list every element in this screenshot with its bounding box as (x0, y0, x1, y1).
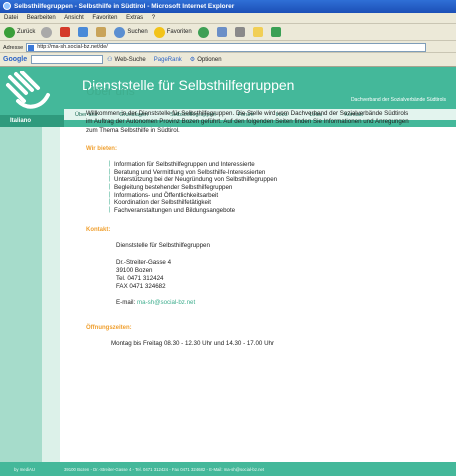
menu-bearbeiten[interactable]: Bearbeiten (27, 15, 56, 21)
opening-hours: Montag bis Freitag 08.30 - 12.30 Uhr und… (111, 340, 275, 348)
menu-datei[interactable]: Datei (4, 15, 18, 21)
google-toolbar: Google ⚇ Web-Suche PageRank ⚙ Optionen (0, 53, 456, 67)
window-titlebar: Selbsthilfegruppen - Selbsthilfe in Südt… (0, 0, 456, 13)
bullet-icon: ❘ (107, 184, 113, 190)
mail-button[interactable] (216, 27, 229, 37)
back-arrow-icon (4, 26, 15, 38)
menu-help[interactable]: ? (152, 15, 155, 21)
list-item: ❘ Information für Selbsthilfegruppen und … (107, 161, 255, 169)
binoculars-icon: ⚇ (107, 57, 113, 63)
page-title: Über uns (86, 84, 135, 98)
bullet-icon: ❘ (107, 206, 113, 213)
hours-heading: Öffnungszeiten: (86, 325, 132, 332)
footer-credit[interactable]: by mediAU (0, 467, 64, 472)
web-search-button[interactable]: ⚇ Web-Suche (107, 56, 146, 64)
favorites-button[interactable]: Favoriten (153, 26, 192, 38)
email-link[interactable]: ma-sh@social-bz.net (137, 299, 195, 306)
search-icon (114, 26, 126, 38)
offers-heading: Wir bieten: (86, 146, 117, 153)
web-page: Dienststelle für Selbsthilfegruppen Dach… (0, 67, 456, 476)
offers-list: ❘ Information für Selbsthilfegruppen und … (107, 161, 426, 214)
menu-favoriten[interactable]: Favoriten (92, 15, 117, 21)
google-logo[interactable]: Google (3, 56, 27, 63)
pagerank-indicator: PageRank (153, 56, 182, 63)
menu-bar: Datei Bearbeiten Ansicht Favoriten Extra… (0, 13, 456, 24)
contact-block: Dienststelle für Selbsthilfegruppen Dr.-… (116, 242, 426, 307)
bullet-icon: ❘ (107, 176, 113, 183)
search-button[interactable]: Suchen (114, 26, 148, 38)
star-icon (153, 26, 165, 38)
menu-extras[interactable]: Extras (126, 15, 143, 21)
refresh-icon (78, 27, 89, 37)
home-button[interactable] (96, 27, 108, 37)
language-link-italiano[interactable]: Italiano (0, 115, 64, 127)
left-sidebar-stripe (0, 127, 42, 462)
bullet-icon: ❘ (107, 199, 113, 206)
intro-text: Willkommen in der Dienststelle für Selbs… (86, 110, 409, 134)
contact-heading: Kontakt: (86, 227, 111, 234)
messenger-icon (270, 27, 281, 37)
contact-fax: FAX 0471 324682 (116, 282, 166, 290)
footer-address: 39100 Bozen - Dr.-Streiter-Gasse 4 - Tel… (64, 466, 265, 472)
stop-button[interactable] (60, 27, 72, 37)
ie-icon (3, 2, 11, 10)
options-icon: ⚙ (189, 57, 196, 63)
window-title: Selbsthilfegruppen - Selbsthilfe in Südt… (14, 3, 235, 10)
list-item: ❘ Fachveranstaltungen und Bildungsangebot… (107, 206, 236, 214)
stop-icon (60, 27, 71, 37)
folder-icon (252, 27, 263, 37)
bullet-icon: ❘ (107, 161, 113, 168)
folder-button[interactable] (252, 27, 265, 37)
main-content: Über uns Willkommen in der Dienststelle … (86, 84, 426, 348)
mail-icon (216, 27, 227, 37)
left-sidebar-stripe-light (42, 127, 60, 462)
google-search-input[interactable] (31, 55, 104, 64)
list-item: ❘ Begleitung bestehender Selbsthilfegrupp… (107, 184, 233, 191)
print-icon (234, 27, 245, 37)
menu-ansicht[interactable]: Ansicht (64, 15, 84, 21)
list-item: ❘ Unterstützung bei der Neugründung von S… (107, 176, 278, 184)
list-item: ❘ Beratung und Vermittlung von Selbsthilf… (107, 168, 266, 176)
messenger-button[interactable] (270, 27, 283, 37)
hand-logo-icon (6, 71, 50, 109)
list-item: ❘ Informations- und Öffentlichkeitsarbeit (107, 191, 219, 199)
address-label: Adresse (3, 44, 24, 51)
contact-street: Dr.-Streiter-Gasse 4 (116, 259, 172, 267)
address-input[interactable]: http://ma-sh.social-bz.net/de/ (26, 43, 427, 52)
site-footer: by mediAU 39100 Bozen - Dr.-Streiter-Gas… (0, 462, 456, 476)
contact-email-row: E-mail: ma-sh@social-bz.net (116, 299, 196, 307)
print-button[interactable] (234, 27, 247, 37)
contact-city: 39100 Bozen (116, 266, 153, 274)
list-item: ❘ Koordination der Selbsthilfetätigkeit (107, 199, 212, 207)
page-icon (28, 45, 35, 51)
refresh-button[interactable] (78, 27, 90, 37)
browser-toolbar: Zurück Suchen Favoriten (0, 24, 456, 41)
history-button[interactable] (197, 26, 211, 38)
history-icon (197, 26, 209, 38)
forward-button[interactable] (41, 26, 54, 38)
contact-tel: Tel. 0471 312424 (116, 274, 164, 282)
options-button[interactable]: ⚙ Optionen (189, 56, 222, 64)
address-bar: Adresse http://ma-sh.social-bz.net/de/ (0, 41, 456, 53)
back-button[interactable]: Zurück (4, 26, 35, 38)
forward-arrow-icon (41, 26, 53, 38)
home-icon (96, 27, 107, 37)
contact-org: Dienststelle für Selbsthilfegruppen (116, 242, 210, 250)
